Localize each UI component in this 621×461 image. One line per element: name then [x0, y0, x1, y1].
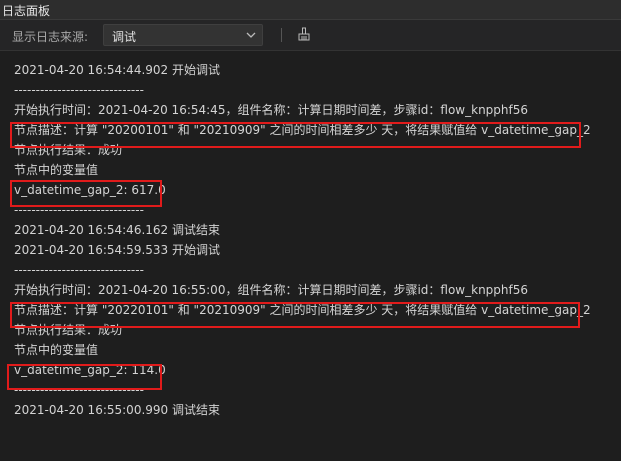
chevron-down-icon	[246, 32, 256, 38]
log-line: 开始执行时间：2021-04-20 16:55:00，组件名称：计算日期时间差，…	[14, 283, 529, 297]
toolbar-divider	[281, 28, 282, 42]
panel-title: 日志面板	[2, 4, 51, 18]
log-line: 2021-04-20 16:54:44.902 开始调试	[14, 63, 220, 77]
log-toolbar: 显示日志来源: 调试	[0, 20, 621, 51]
log-separator: ------------------------------	[14, 263, 144, 277]
log-line: 2021-04-20 16:55:00.990 调试结束	[14, 403, 220, 417]
log-line: 节点中的变量值	[14, 163, 99, 177]
panel-titlebar: 日志面板	[0, 0, 621, 20]
log-line: 节点中的变量值	[14, 343, 99, 357]
highlight-box	[7, 364, 162, 390]
source-filter-select[interactable]: 调试	[103, 24, 263, 46]
log-line: 开始执行时间：2021-04-20 16:54:45，组件名称：计算日期时间差，…	[14, 103, 529, 117]
log-line: 2021-04-20 16:54:59.533 开始调试	[14, 243, 220, 257]
highlight-box	[10, 302, 580, 328]
highlight-box	[10, 180, 162, 207]
source-filter-value: 调试	[112, 30, 137, 44]
log-separator: ------------------------------	[14, 83, 144, 97]
broom-icon[interactable]	[297, 27, 311, 41]
highlight-box	[10, 122, 581, 148]
source-filter-label: 显示日志来源:	[12, 30, 89, 44]
log-line: 2021-04-20 16:54:46.162 调试结束	[14, 223, 220, 237]
